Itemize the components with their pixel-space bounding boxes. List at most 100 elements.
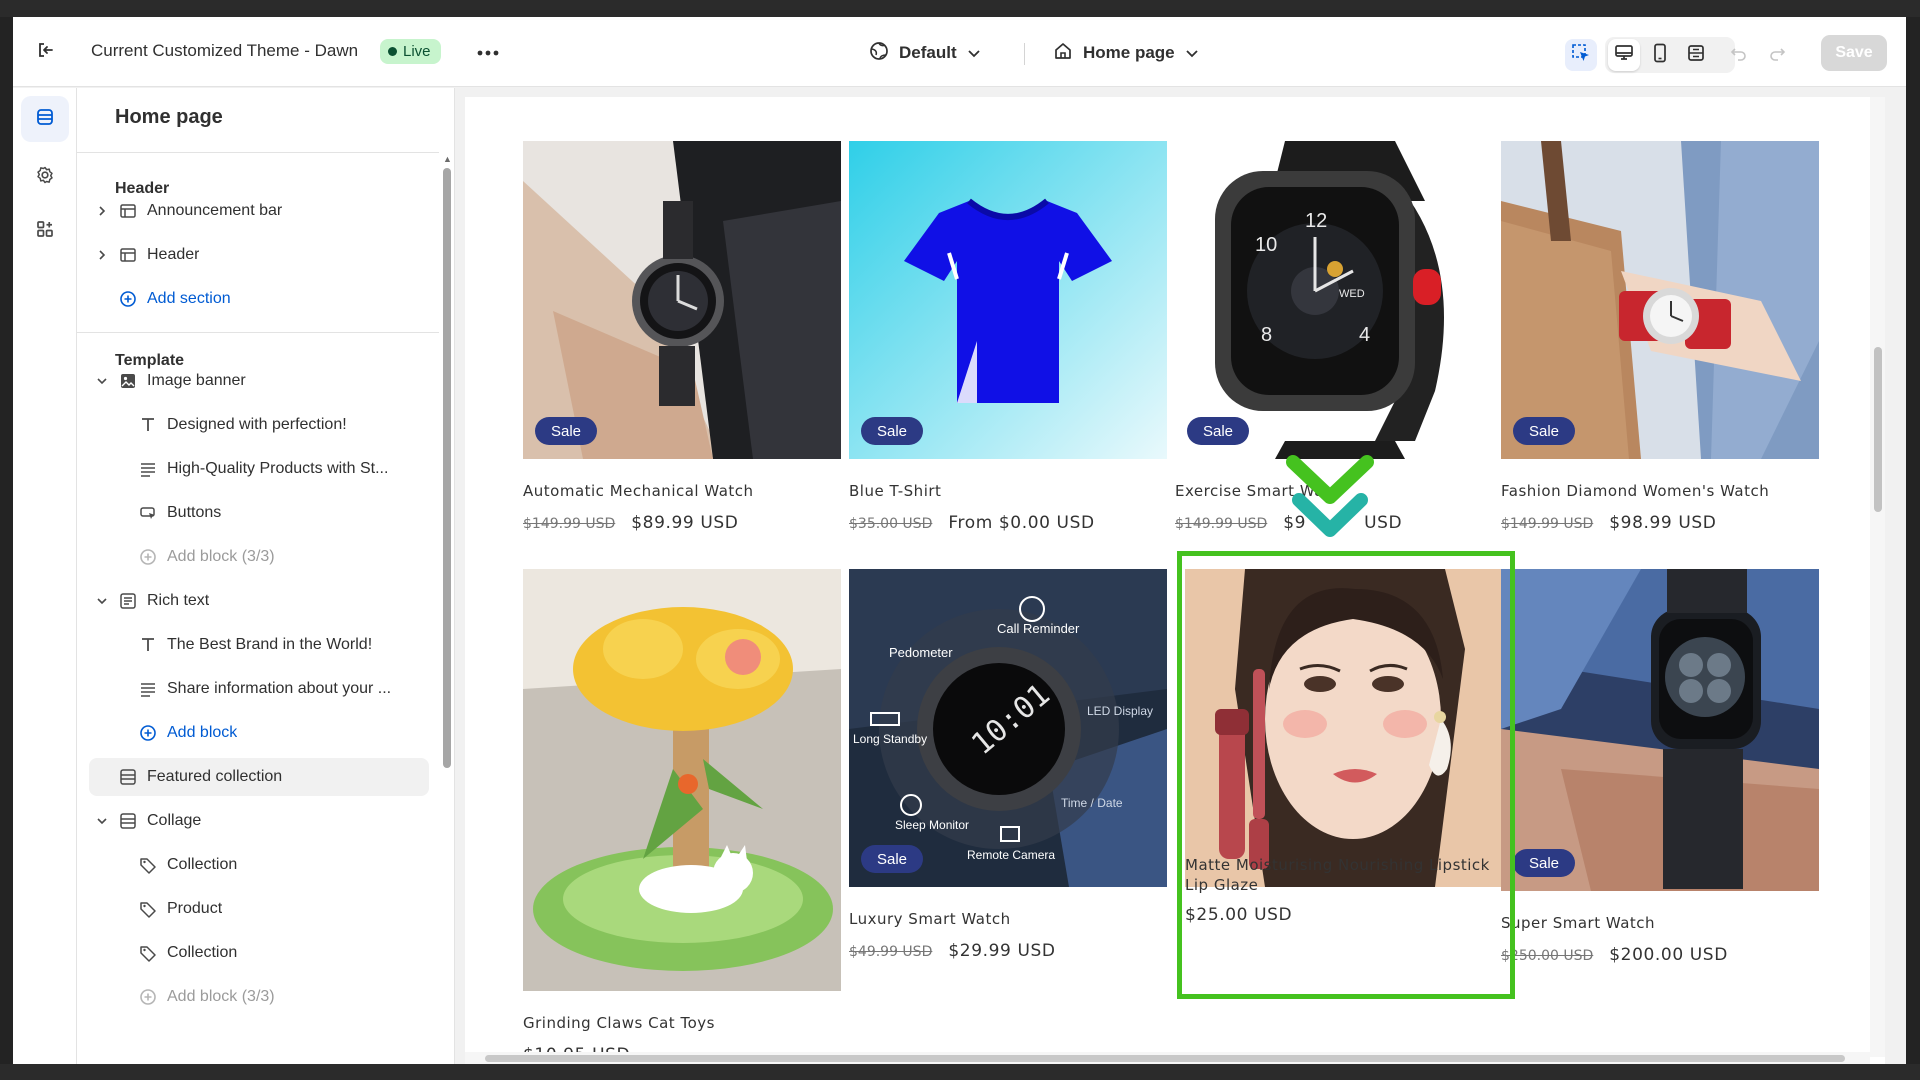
section-header[interactable]: Header [89, 236, 429, 274]
sale-price: $29.99 USD [948, 941, 1056, 961]
sections-icon [35, 107, 55, 132]
product-title[interactable]: Luxury Smart Watch [849, 909, 1011, 929]
block-paragraph[interactable]: High-Quality Products with St... [89, 450, 429, 488]
plus-circle-icon [139, 988, 157, 1006]
section-image-banner[interactable]: Image banner [89, 362, 429, 400]
inspector-button[interactable] [1565, 39, 1597, 71]
sidebar-divider [77, 152, 439, 153]
add-section-button[interactable]: Add section [89, 280, 429, 318]
theme-style-selector[interactable]: Default [869, 37, 981, 69]
block-label: The Best Brand in the World! [167, 636, 373, 653]
product-price: $49.99 USD $29.99 USD [849, 941, 1056, 961]
section-layout-icon [119, 812, 137, 830]
sidebar-title: Home page [115, 106, 223, 128]
product-price: $149.99 USD $89.99 USD [523, 513, 738, 533]
tag-icon [139, 856, 157, 874]
sections-sidebar: Home page ▲ Header Announcement bar Head… [77, 88, 455, 1064]
gear-icon [35, 165, 55, 190]
block-label: Collection [167, 856, 238, 873]
block-product[interactable]: Product [89, 890, 429, 928]
feature-label: Time / Date [1061, 796, 1123, 810]
product-title[interactable]: Super Smart Watch [1501, 913, 1655, 933]
paragraph-icon [139, 460, 157, 478]
save-button[interactable]: Save [1821, 35, 1887, 71]
sale-price: $200.00 USD [1609, 945, 1728, 965]
image-icon [119, 372, 137, 390]
section-label: Collage [147, 812, 202, 829]
block-collection[interactable]: Collection [89, 846, 429, 884]
product-title[interactable]: Fashion Diamond Women's Watch [1501, 481, 1769, 501]
screen-border-bottom [0, 1064, 1920, 1080]
exit-icon [35, 39, 57, 66]
section-layout-icon [119, 246, 137, 264]
fullscreen-button[interactable] [1680, 39, 1712, 71]
sale-badge: Sale [1513, 849, 1576, 877]
preview-horizontal-scrollbar-thumb[interactable] [485, 1055, 1845, 1062]
add-block-disabled: Add block (3/3) [89, 978, 429, 1016]
section-featured-collection[interactable]: Featured collection [89, 758, 429, 796]
redo-button[interactable] [1761, 39, 1793, 71]
redo-icon [1768, 45, 1786, 66]
product-image[interactable]: 10 12 8 4 WED Sale [1175, 141, 1493, 459]
toolbar-divider [1024, 43, 1025, 65]
block-label: Product [167, 900, 223, 917]
chevron-down-icon[interactable] [95, 594, 109, 608]
product-image[interactable]: Sale [1501, 141, 1819, 459]
sale-badge: Sale [861, 845, 924, 873]
text-icon [139, 416, 157, 434]
product-image[interactable]: Sale [1501, 569, 1819, 891]
section-layout-icon [119, 768, 137, 786]
fullscreen-icon [1686, 43, 1706, 68]
product-price: $250.00 USD $200.00 USD [1501, 945, 1728, 965]
more-actions-button[interactable] [473, 39, 503, 65]
product-image[interactable]: Sale [523, 141, 841, 459]
product-title[interactable]: Grinding Claws Cat Toys [523, 1013, 715, 1033]
theme-settings-tab[interactable] [21, 154, 69, 200]
undo-button[interactable] [1723, 39, 1755, 71]
theme-title: Current Customized Theme - Dawn [91, 41, 359, 60]
section-collage[interactable]: Collage [89, 802, 429, 840]
preview-scrollbar[interactable] [1870, 97, 1885, 1057]
block-paragraph[interactable]: Share information about your ... [89, 670, 429, 708]
block-heading[interactable]: Designed with perfection! [89, 406, 429, 444]
section-label: Image banner [147, 372, 246, 389]
block-heading[interactable]: The Best Brand in the World! [89, 626, 429, 664]
feature-label: Long Standby [853, 732, 927, 746]
product-image[interactable]: Sale [849, 141, 1167, 459]
product-title[interactable]: Automatic Mechanical Watch [523, 481, 754, 501]
sections-tab[interactable] [21, 96, 69, 142]
block-buttons[interactable]: Buttons [89, 494, 429, 532]
chevron-right-icon[interactable] [95, 248, 109, 262]
desktop-view-button[interactable] [1608, 39, 1640, 71]
feature-label: Call Reminder [997, 621, 1080, 636]
inspect-cursor-icon [1571, 43, 1591, 68]
mobile-view-button[interactable] [1644, 39, 1676, 71]
rich-text-icon [119, 592, 137, 610]
add-block-button[interactable]: Add block [89, 714, 429, 752]
scroll-up-arrow[interactable]: ▲ [443, 154, 452, 164]
product-price: $149.99 USD $98.99 USD [1501, 513, 1716, 533]
section-announcement-bar[interactable]: Announcement bar [89, 192, 429, 230]
exit-button[interactable] [31, 37, 61, 67]
product-image[interactable] [523, 569, 841, 991]
page-selector[interactable]: Home page [1053, 37, 1199, 69]
chevron-down-icon[interactable] [95, 814, 109, 828]
sidebar-scrollbar[interactable] [443, 168, 451, 768]
block-collection[interactable]: Collection [89, 934, 429, 972]
chevron-right-icon[interactable] [95, 204, 109, 218]
compare-at-price: $149.99 USD [523, 516, 616, 532]
text-icon [139, 636, 157, 654]
product-title[interactable]: Blue T-Shirt [849, 481, 941, 501]
compare-at-price: $149.99 USD [1501, 516, 1594, 532]
chevron-down-icon[interactable] [95, 374, 109, 388]
section-label: Rich text [147, 592, 210, 609]
preview-scrollbar-thumb[interactable] [1874, 347, 1882, 512]
app-embeds-tab[interactable] [21, 208, 69, 254]
compare-at-price: $35.00 USD [849, 516, 933, 532]
screen-border-left [0, 17, 13, 1064]
sidebar-divider [77, 332, 439, 333]
screen-border-top [0, 0, 1920, 17]
section-rich-text[interactable]: Rich text [89, 582, 429, 620]
block-label: High-Quality Products with St... [167, 460, 389, 477]
product-image[interactable]: 10:01 Call Reminder Pedometer Long Stand… [849, 569, 1167, 887]
